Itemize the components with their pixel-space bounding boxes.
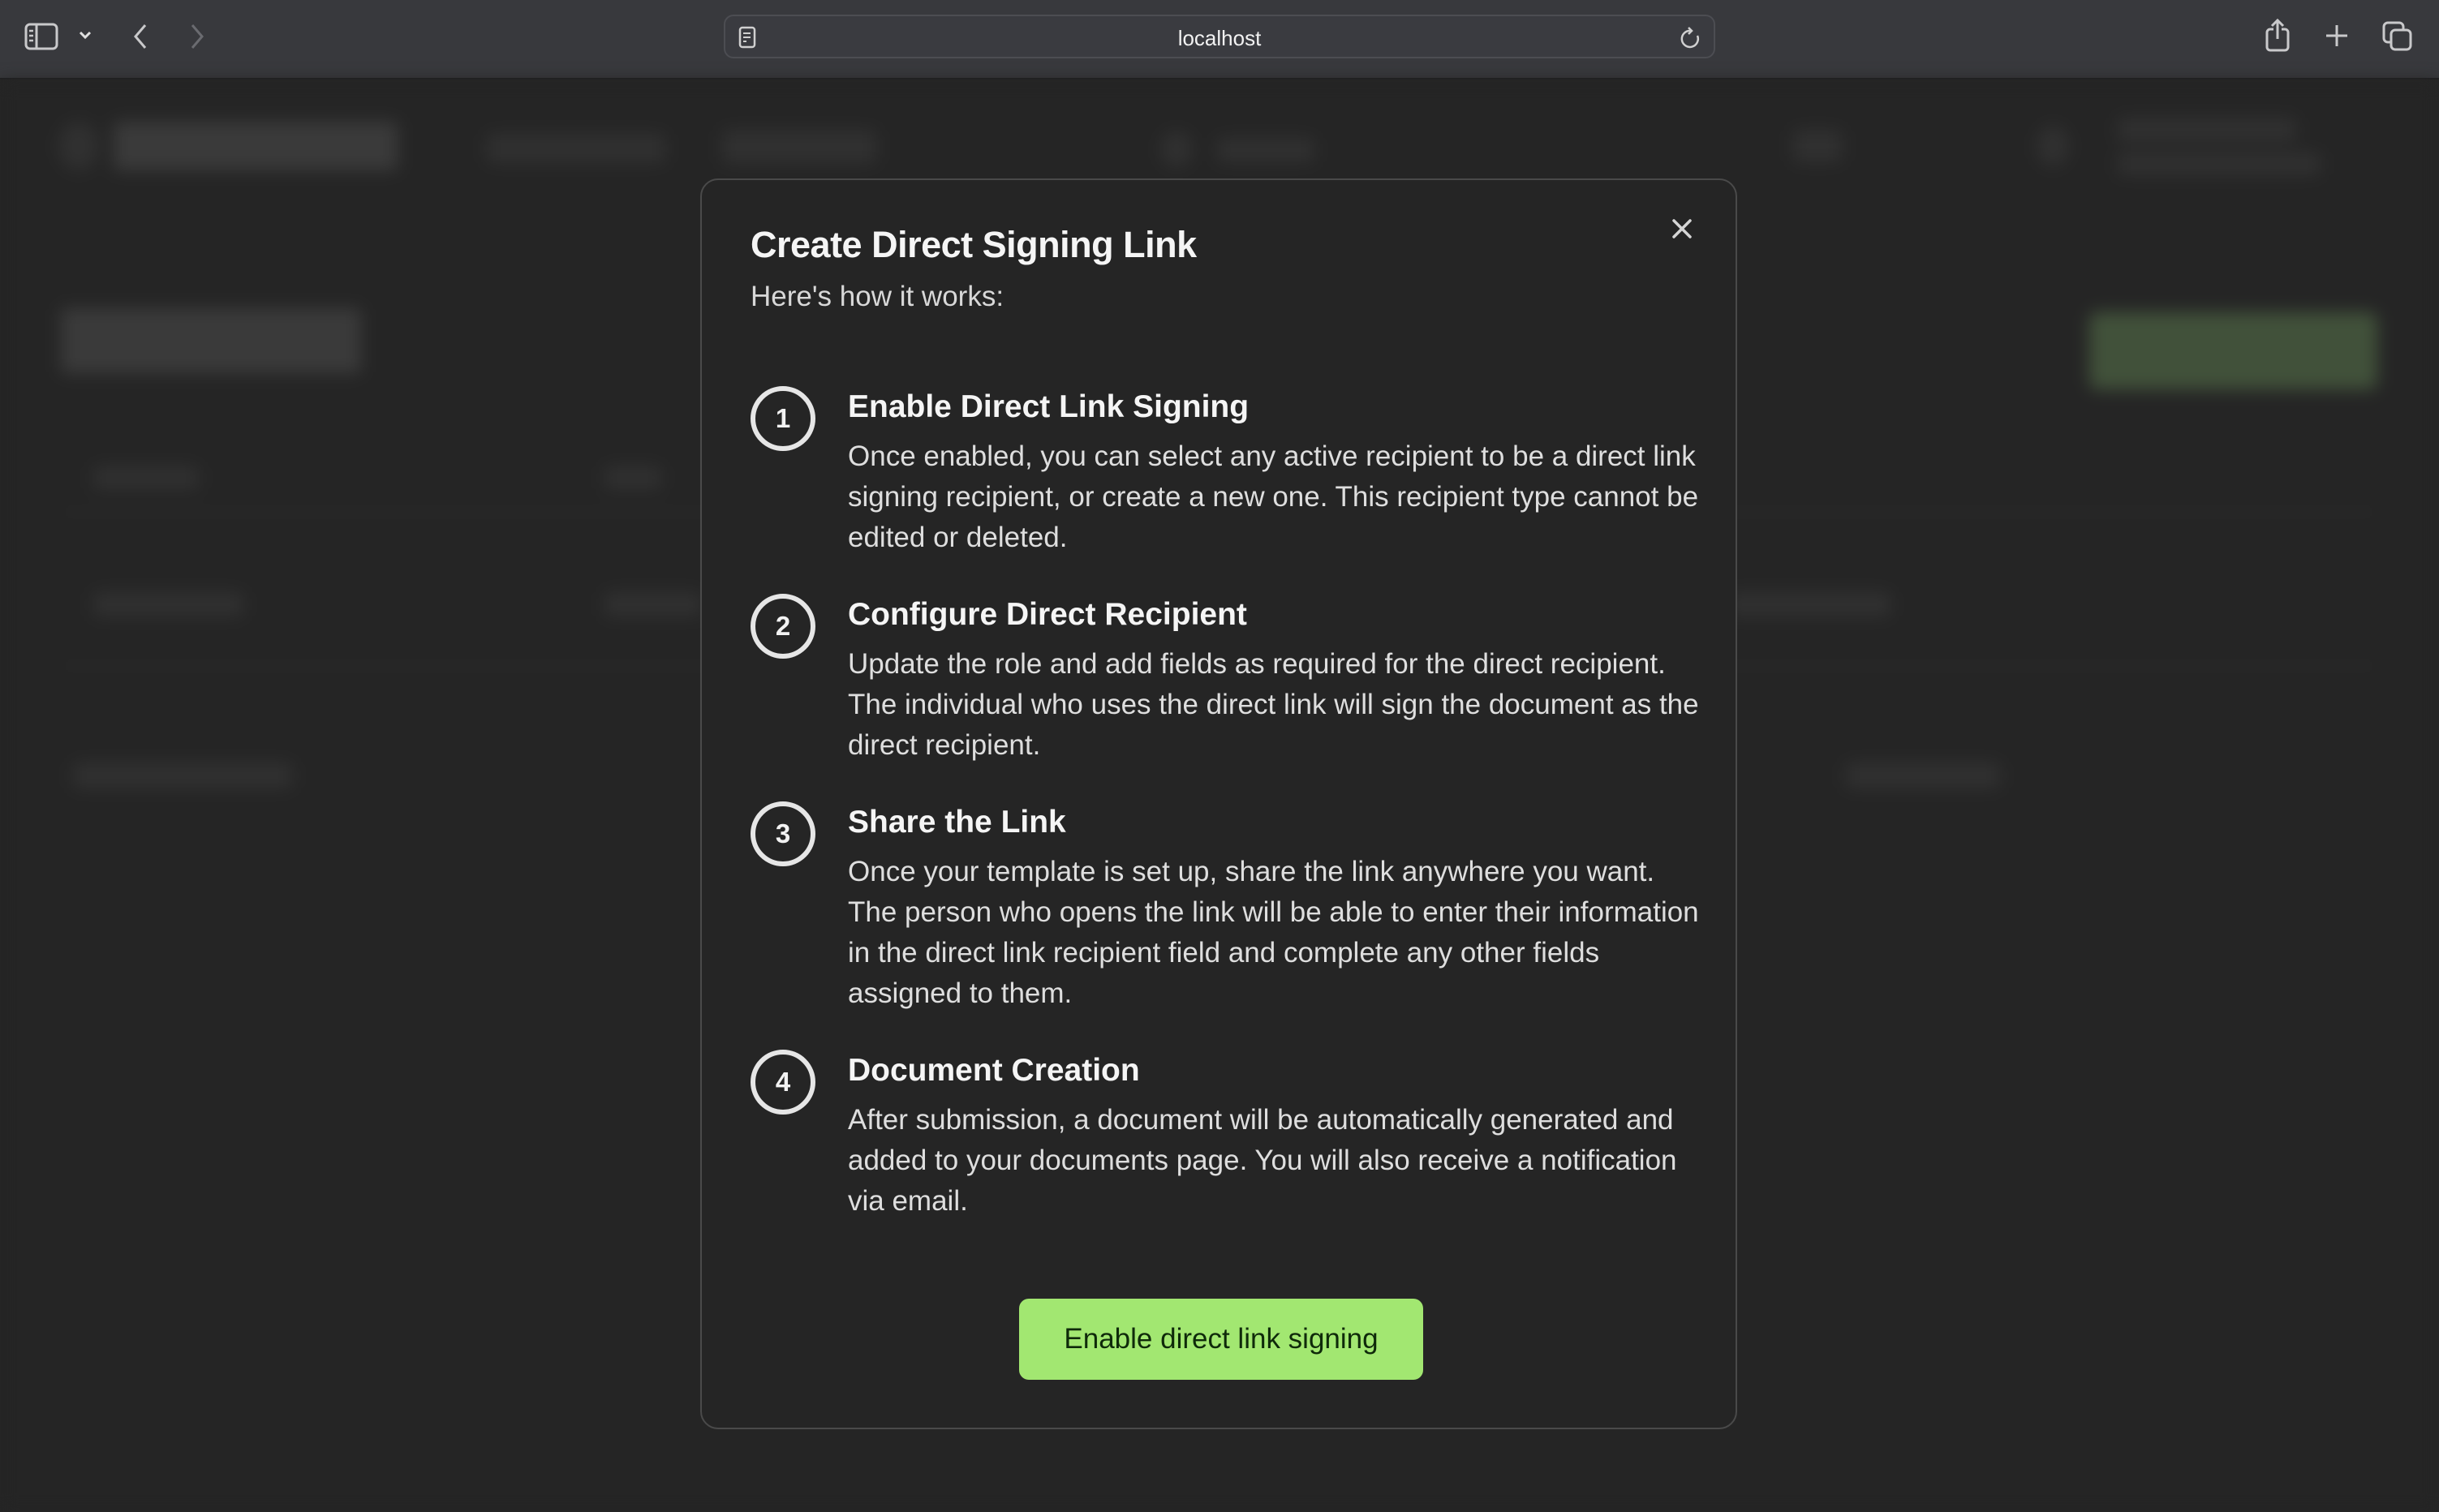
step-number-badge: 1 [751, 386, 815, 451]
step-item: 2 Configure Direct Recipient Update the … [751, 594, 1700, 766]
logo-text-blurred [114, 122, 398, 170]
steps-list: 1 Enable Direct Link Signing Once enable… [751, 384, 1700, 1257]
share-icon[interactable] [2264, 18, 2291, 56]
table-cell-blurred [93, 592, 243, 616]
step-heading: Share the Link [848, 805, 1066, 840]
forward-icon[interactable] [188, 23, 206, 54]
browser-toolbar: localhost [0, 0, 2439, 79]
step-number-badge: 2 [751, 594, 815, 659]
step-heading: Configure Direct Recipient [848, 597, 1247, 632]
new-button-blurred [2089, 312, 2377, 389]
table-header-blurred [93, 466, 199, 489]
user-name-blurred [2118, 118, 2296, 142]
step-heading: Document Creation [848, 1053, 1140, 1088]
dialog-title: Create Direct Signing Link [751, 224, 1197, 265]
table-header-blurred [604, 466, 661, 489]
step-item: 4 Document Creation After submission, a … [751, 1050, 1700, 1222]
pagination-text-blurred [73, 762, 292, 788]
user-sub-blurred [2118, 152, 2321, 175]
sidebar-icon[interactable] [24, 23, 58, 54]
table-cell-blurred [1728, 592, 1891, 616]
table-cell-blurred [604, 592, 702, 616]
step-item: 1 Enable Direct Link Signing Once enable… [751, 386, 1700, 558]
step-item: 3 Share the Link Once your template is s… [751, 801, 1700, 1014]
nav-item-blurred [722, 130, 876, 164]
dialog-subtitle: Here's how it works: [751, 281, 1004, 312]
step-description: Update the role and add fields as requir… [848, 648, 1699, 761]
search-blurred [1217, 138, 1314, 162]
new-tab-icon[interactable] [2324, 23, 2350, 53]
url-text: localhost [1177, 26, 1262, 50]
reload-icon[interactable] [1680, 26, 1702, 54]
back-icon[interactable] [131, 23, 149, 54]
step-description: After submission, a document will be aut… [848, 1104, 1677, 1217]
page-heading-blurred [61, 308, 361, 373]
enable-direct-link-signing-button[interactable]: Enable direct link signing [1019, 1299, 1423, 1380]
pagination-page-blurred [1846, 762, 2000, 788]
step-description: Once enabled, you can select any active … [848, 440, 1699, 553]
close-icon [1671, 217, 1693, 244]
step-number-badge: 4 [751, 1050, 815, 1115]
address-bar[interactable]: localhost [724, 15, 1715, 58]
step-heading: Enable Direct Link Signing [848, 389, 1250, 424]
nav-item-blurred [487, 134, 665, 163]
close-button[interactable] [1666, 214, 1698, 247]
chevron-down-icon[interactable] [78, 29, 92, 45]
create-direct-signing-link-dialog: Create Direct Signing Link Here's how it… [700, 178, 1737, 1429]
avatar-blurred [2037, 126, 2069, 166]
step-number-badge: 3 [751, 801, 815, 866]
tabs-overview-icon[interactable] [2382, 21, 2413, 56]
step-description: Once your template is set up, share the … [848, 856, 1699, 1009]
header-control-blurred [1793, 130, 1842, 162]
search-blurred [1160, 131, 1193, 167]
logo-icon [58, 122, 99, 170]
